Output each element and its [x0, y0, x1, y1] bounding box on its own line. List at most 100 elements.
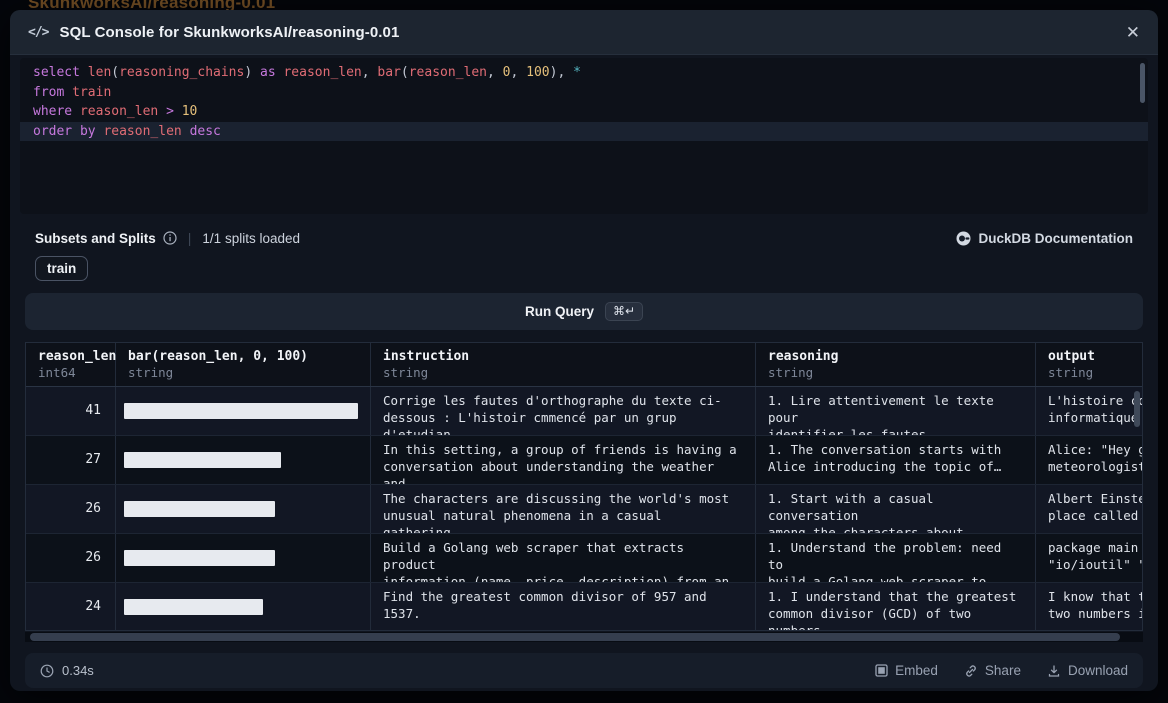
cell-reasoning: 1. Understand the problem: need to build…	[756, 534, 1036, 582]
sql-console-modal: </> SQL Console for SkunkworksAI/reasoni…	[10, 10, 1158, 691]
run-query-label: Run Query	[525, 304, 594, 319]
download-icon	[1047, 664, 1061, 678]
table-vertical-scrollbar[interactable]	[1134, 391, 1140, 427]
sql-token: reason_len	[80, 104, 158, 119]
sql-token: reasoning_chains	[119, 65, 244, 80]
sql-token	[64, 85, 72, 100]
table-body: 41 Corrige les fautes d'orthographe du te…	[26, 387, 1142, 631]
embed-icon	[875, 664, 888, 677]
table-row: 27In this setting, a group of friends is…	[26, 436, 1142, 485]
horizontal-scrollbar-thumb[interactable]	[30, 633, 1120, 641]
cell-reasoning: 1. Lire attentivement le texte pour iden…	[756, 387, 1036, 435]
embed-button[interactable]: Embed	[875, 663, 938, 678]
cell-instruction: The characters are discussing the world'…	[371, 485, 756, 533]
sql-token: reason_len	[283, 65, 361, 80]
query-elapsed-time: 0.34s	[40, 663, 94, 678]
sql-token: ,	[362, 65, 378, 80]
bar-visualization	[124, 452, 281, 468]
download-button[interactable]: Download	[1047, 663, 1128, 678]
cell-bar	[116, 534, 371, 582]
cell-bar	[116, 583, 371, 631]
sql-token: )	[244, 65, 260, 80]
keyboard-shortcut-badge: ⌘↵	[605, 302, 643, 321]
sql-token: where	[33, 104, 72, 119]
column-name: bar(reason_len, 0, 100)	[128, 349, 358, 364]
embed-label: Embed	[895, 663, 938, 678]
table-row: 26 The characters are discussing the worl…	[26, 485, 1142, 534]
sql-token: 10	[182, 104, 198, 119]
subsets-row: Subsets and Splits | 1/1 splits loaded D…	[35, 228, 1133, 248]
split-chip-train[interactable]: train	[35, 256, 88, 281]
column-name: instruction	[383, 349, 743, 364]
sql-code[interactable]: select len(reasoning_chains) as reason_l…	[20, 63, 1148, 141]
column-header-output: outputstring	[1036, 343, 1143, 386]
sql-token: by	[80, 124, 96, 139]
sql-line[interactable]: select len(reasoning_chains) as reason_l…	[20, 63, 1148, 83]
sql-line[interactable]: where reason_len > 10	[20, 102, 1148, 122]
sql-token: ,	[511, 65, 527, 80]
split-chip-label: train	[47, 261, 76, 276]
column-type: string	[383, 365, 743, 380]
column-header-instruction: instructionstring	[371, 343, 756, 386]
cell-reasoning: 1. I understand that the greatest common…	[756, 583, 1036, 631]
duckdb-documentation-label: DuckDB Documentation	[978, 231, 1133, 246]
horizontal-scrollbar-track[interactable]	[25, 632, 1143, 642]
run-query-button[interactable]: Run Query ⌘↵	[25, 293, 1143, 330]
sql-token: >	[166, 104, 174, 119]
clock-icon	[40, 664, 54, 678]
info-icon[interactable]	[163, 231, 177, 245]
cell-reason_len: 26	[26, 485, 116, 533]
column-name: reasoning	[768, 349, 1023, 364]
download-label: Download	[1068, 663, 1128, 678]
column-type: int64	[38, 365, 103, 380]
elapsed-value: 0.34s	[62, 663, 94, 678]
sql-token: select	[33, 65, 80, 80]
sql-token: ,	[487, 65, 503, 80]
sql-editor[interactable]: select len(reasoning_chains) as reason_l…	[20, 58, 1148, 214]
sql-line[interactable]: from train	[20, 83, 1148, 103]
cell-instruction: Corrige les fautes d'orthographe du text…	[371, 387, 756, 435]
column-header-barreason_len0100: bar(reason_len, 0, 100)string	[116, 343, 371, 386]
cell-instruction: In this setting, a group of friends is h…	[371, 436, 756, 484]
link-icon	[964, 664, 978, 678]
share-label: Share	[985, 663, 1021, 678]
sql-token: desc	[190, 124, 221, 139]
cell-reason_len: 24	[26, 583, 116, 631]
column-name: reason_len	[38, 349, 103, 364]
sql-token: (	[401, 65, 409, 80]
cell-reason_len: 26	[26, 534, 116, 582]
sql-token: 100	[526, 65, 549, 80]
sql-line[interactable]: order by reason_len desc	[20, 122, 1148, 142]
sql-token	[174, 104, 182, 119]
footer-actions: Embed Share Download	[875, 663, 1128, 678]
cell-output: I know that t two numbers i	[1036, 583, 1143, 631]
editor-vertical-scrollbar[interactable]	[1140, 63, 1145, 103]
sql-token	[182, 124, 190, 139]
sql-token: ),	[550, 65, 573, 80]
cell-bar	[116, 387, 371, 435]
sql-token	[80, 65, 88, 80]
cell-bar	[116, 436, 371, 484]
bar-visualization	[124, 599, 263, 615]
sql-token: (	[111, 65, 119, 80]
duckdb-documentation-link[interactable]: DuckDB Documentation	[956, 231, 1133, 246]
sql-token: len	[88, 65, 111, 80]
table-header-row: reason_lenint64bar(reason_len, 0, 100)st…	[26, 343, 1142, 387]
column-type: string	[128, 365, 358, 380]
bar-visualization	[124, 403, 358, 419]
results-table: reason_lenint64bar(reason_len, 0, 100)st…	[25, 342, 1143, 631]
modal-header: </> SQL Console for SkunkworksAI/reasoni…	[10, 10, 1158, 55]
column-name: output	[1048, 349, 1143, 364]
cell-reasoning: 1. Start with a casual conversation amon…	[756, 485, 1036, 533]
cell-instruction: Build a Golang web scraper that extracts…	[371, 534, 756, 582]
cell-reason_len: 41	[26, 387, 116, 435]
code-icon: </>	[28, 25, 48, 40]
sql-token: as	[260, 65, 276, 80]
sql-token	[72, 104, 80, 119]
cell-output: Albert Einste place called	[1036, 485, 1143, 533]
close-icon[interactable]: ✕	[1126, 24, 1140, 41]
sql-token: bar	[377, 65, 400, 80]
share-button[interactable]: Share	[964, 663, 1021, 678]
cell-reasoning: 1. The conversation starts with Alice in…	[756, 436, 1036, 484]
cell-output: L'histoire co informatique	[1036, 387, 1143, 435]
